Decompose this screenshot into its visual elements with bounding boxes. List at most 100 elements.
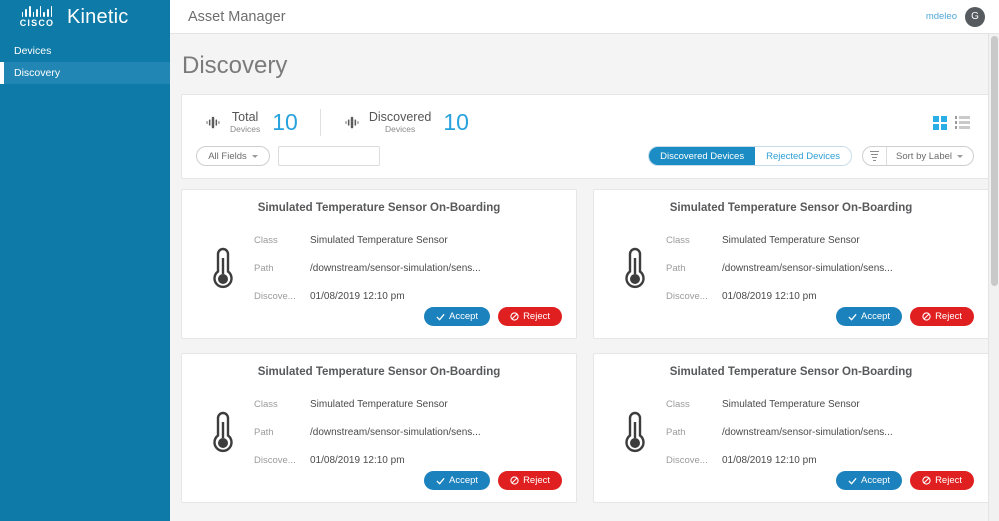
device-card-rows: Class Simulated Temperature Sensor Path … — [666, 390, 974, 474]
accept-button[interactable]: Accept — [836, 471, 903, 490]
device-card-row-path: Path /downstream/sensor-simulation/sens.… — [254, 418, 562, 446]
accept-button[interactable]: Accept — [424, 471, 491, 490]
row-label: Discove... — [666, 454, 708, 466]
stat-label-line2: Devices — [384, 123, 416, 134]
accept-button-label: Accept — [861, 311, 891, 322]
reject-button[interactable]: Reject — [498, 471, 562, 490]
device-card-rows: Class Simulated Temperature Sensor Path … — [254, 390, 562, 474]
row-value: 01/08/2019 12:10 pm — [722, 454, 817, 466]
tab-rejected-devices[interactable]: Rejected Devices — [755, 147, 852, 165]
sort-descending-icon[interactable] — [863, 147, 888, 165]
device-card[interactable]: Simulated Temperature Sensor On-Boarding — [593, 353, 989, 503]
topbar-right: mdeleo G — [926, 6, 985, 27]
reject-button[interactable]: Reject — [910, 471, 974, 490]
device-card-actions: Accept Reject — [424, 307, 562, 326]
device-card-body: Class Simulated Temperature Sensor Path … — [608, 390, 974, 474]
reject-button-label: Reject — [523, 475, 550, 486]
check-icon — [436, 477, 445, 485]
row-value: 01/08/2019 12:10 pm — [310, 454, 405, 466]
username-label[interactable]: mdeleo — [926, 11, 957, 22]
device-card-body: Class Simulated Temperature Sensor Path … — [196, 226, 562, 310]
row-label: Path — [254, 262, 274, 274]
stat-label-line1: Total — [231, 110, 259, 125]
device-card[interactable]: Simulated Temperature Sensor On-Boarding — [593, 189, 989, 339]
row-label: Discove... — [254, 290, 296, 302]
list-view-icon[interactable] — [954, 116, 970, 129]
sidebar-item-devices[interactable]: Devices — [0, 40, 170, 62]
device-card-title: Simulated Temperature Sensor On-Boarding — [669, 366, 913, 378]
app-root: CISCO Kinetic Devices Discovery Asset Ma… — [0, 0, 999, 521]
app-title: Asset Manager — [188, 8, 286, 25]
sensor-icon — [345, 116, 359, 128]
accept-button[interactable]: Accept — [424, 307, 491, 326]
tab-discovered-devices[interactable]: Discovered Devices — [649, 147, 756, 165]
stat-total-devices: Total Devices 10 — [196, 109, 320, 136]
search-input[interactable] — [278, 146, 380, 166]
reject-button[interactable]: Reject — [498, 307, 562, 326]
row-value: 01/08/2019 12:10 pm — [310, 290, 405, 302]
stat-label: Discovered Devices — [369, 111, 432, 133]
row-value: Simulated Temperature Sensor — [310, 234, 448, 246]
reject-button-label: Reject — [935, 311, 962, 322]
sidebar: CISCO Kinetic Devices Discovery — [0, 0, 170, 521]
chevron-down-icon — [957, 154, 963, 158]
device-card-body: Class Simulated Temperature Sensor Path … — [196, 390, 562, 474]
device-card-row-path: Path /downstream/sensor-simulation/sens.… — [254, 254, 562, 282]
grid-view-icon[interactable] — [932, 115, 947, 130]
sort-box: Sort by Label — [862, 146, 974, 166]
device-card-row-path: Path /downstream/sensor-simulation/sens.… — [666, 418, 974, 446]
sidebar-item-label: Discovery — [14, 67, 61, 79]
sidebar-item-discovery[interactable]: Discovery — [0, 62, 170, 84]
vertical-scrollbar[interactable] — [988, 34, 999, 521]
cisco-bars-icon — [21, 6, 53, 17]
filter-right: Discovered Devices Rejected Devices Sort… — [648, 146, 974, 166]
device-card[interactable]: Simulated Temperature Sensor On-Boarding — [181, 189, 577, 339]
thermometer-icon — [608, 410, 662, 454]
check-icon — [848, 477, 857, 485]
sort-select[interactable]: Sort by Label — [887, 151, 973, 162]
block-icon — [922, 312, 931, 321]
accept-button-label: Accept — [449, 475, 479, 486]
device-card-row-discovered: Discove... 01/08/2019 12:10 pm — [254, 282, 562, 310]
row-label: Class — [666, 398, 690, 410]
device-card-actions: Accept Reject — [836, 307, 974, 326]
sensor-icon — [206, 116, 220, 128]
thermometer-icon — [608, 246, 662, 290]
reject-button-label: Reject — [935, 475, 962, 486]
main-area: Asset Manager mdeleo G Discovery Total D… — [170, 0, 999, 521]
brand[interactable]: CISCO Kinetic — [0, 0, 170, 34]
sidebar-item-label: Devices — [14, 45, 52, 57]
topbar: Asset Manager mdeleo G — [170, 0, 999, 34]
accept-button-label: Accept — [449, 311, 479, 322]
accept-button[interactable]: Accept — [836, 307, 903, 326]
check-icon — [848, 313, 857, 321]
device-card-row-class: Class Simulated Temperature Sensor — [666, 390, 974, 418]
scrollbar-thumb[interactable] — [991, 36, 998, 286]
device-card[interactable]: Simulated Temperature Sensor On-Boarding — [181, 353, 577, 503]
row-label: Class — [254, 398, 278, 410]
stats-group: Total Devices 10 Discovered Devices 10 — [196, 109, 491, 136]
row-value: Simulated Temperature Sensor — [722, 398, 860, 410]
avatar[interactable]: G — [965, 6, 985, 27]
reject-button[interactable]: Reject — [910, 307, 974, 326]
row-label: Class — [254, 234, 278, 246]
sort-select-label: Sort by Label — [896, 150, 952, 162]
device-card-row-class: Class Simulated Temperature Sensor — [666, 226, 974, 254]
block-icon — [510, 476, 519, 485]
device-card-row-discovered: Discove... 01/08/2019 12:10 pm — [254, 446, 562, 474]
block-icon — [922, 476, 931, 485]
device-filter-segmented: Discovered Devices Rejected Devices — [648, 146, 853, 166]
device-card-row-discovered: Discove... 01/08/2019 12:10 pm — [666, 282, 974, 310]
stat-label-line2: Devices — [230, 123, 261, 134]
device-card-title: Simulated Temperature Sensor On-Boarding — [257, 202, 501, 214]
row-label: Class — [666, 234, 690, 246]
cisco-wordmark: CISCO — [19, 18, 55, 28]
check-icon — [436, 313, 445, 321]
device-card-row-class: Class Simulated Temperature Sensor — [254, 226, 562, 254]
page-title: Discovery — [182, 52, 288, 79]
row-value: 01/08/2019 12:10 pm — [722, 290, 817, 302]
accept-button-label: Accept — [861, 475, 891, 486]
row-value: /downstream/sensor-simulation/sens... — [310, 426, 481, 438]
brand-name: Kinetic — [67, 6, 129, 28]
field-select[interactable]: All Fields — [196, 146, 270, 166]
